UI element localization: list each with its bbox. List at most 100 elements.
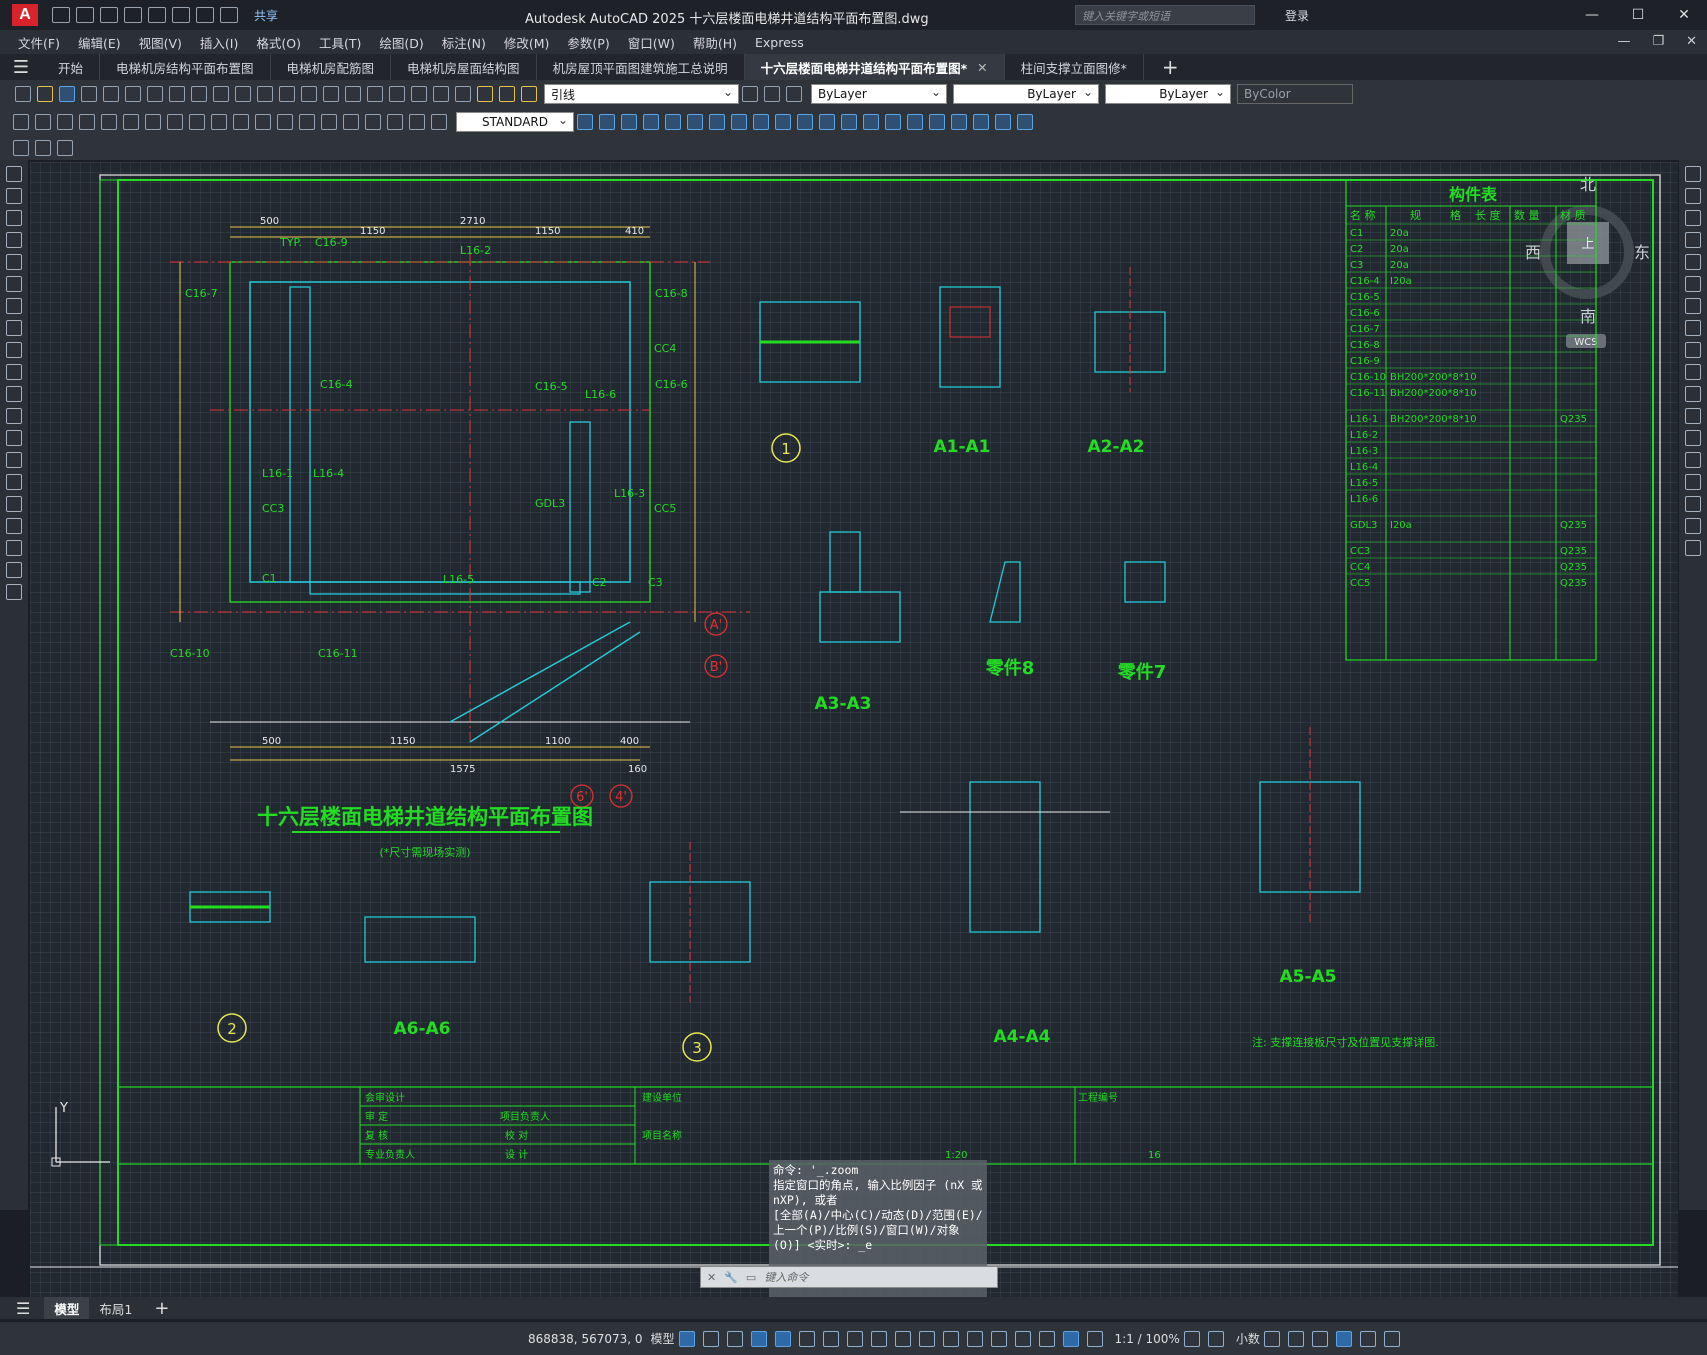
tab-file-1[interactable]: 电梯机房结构平面布置图 (100, 54, 271, 80)
view-top-icon[interactable] (577, 114, 593, 130)
isolate-objects-icon[interactable] (1311, 1330, 1328, 1347)
array-icon[interactable] (1685, 254, 1701, 270)
tab-layout1[interactable]: 布局1 (89, 1299, 142, 1318)
fillet-icon[interactable] (1685, 496, 1701, 512)
ucs-object-icon[interactable] (885, 114, 901, 130)
layer-manager-icon[interactable] (455, 86, 471, 102)
view-front-icon[interactable] (665, 114, 681, 130)
doc-restore-icon[interactable]: ❐ (1652, 34, 1664, 49)
view-back-icon[interactable] (687, 114, 703, 130)
lineweight-icon[interactable] (894, 1330, 911, 1347)
publish-icon[interactable] (125, 86, 141, 102)
move-icon[interactable] (1685, 276, 1701, 292)
tab-file-2[interactable]: 电梯机房配筋图 (271, 54, 392, 80)
line-icon[interactable] (6, 166, 22, 182)
login-button[interactable]: 登录 (1285, 7, 1309, 24)
undo-icon[interactable] (196, 7, 214, 23)
dim-edit-icon[interactable] (387, 114, 403, 130)
tab-start[interactable]: 开始 (42, 54, 101, 80)
circle-icon[interactable] (6, 298, 22, 314)
menu-icon[interactable]: ☰ (0, 54, 42, 80)
color-dropdown[interactable]: ByLayer (811, 84, 947, 104)
layer-previous-icon[interactable] (764, 86, 780, 102)
hatch-icon[interactable] (6, 474, 22, 490)
ellipse-icon[interactable] (6, 364, 22, 380)
dim-baseline-icon[interactable] (211, 114, 227, 130)
zoom-icon[interactable] (301, 86, 317, 102)
layer-dropdown[interactable]: 引线 (544, 84, 739, 104)
scale-icon[interactable] (1685, 320, 1701, 336)
dimstyle-dropdown[interactable]: STANDARD (456, 112, 574, 132)
arc-icon[interactable] (6, 276, 22, 292)
command-prompt-icon[interactable]: ▭ (746, 1271, 756, 1284)
menu-view[interactable]: 视图(V) (139, 33, 182, 52)
mirror-icon[interactable] (1685, 210, 1701, 226)
paste-icon[interactable] (191, 86, 207, 102)
tab-file-active[interactable]: 十六层楼面电梯井道结构平面布置图* ✕ (744, 54, 1005, 80)
designcenter-icon[interactable] (367, 86, 383, 102)
gizmo-icon[interactable] (1038, 1330, 1055, 1347)
save-icon[interactable] (59, 86, 75, 102)
jogged-linear-icon[interactable] (365, 114, 381, 130)
zoom-window-icon[interactable] (323, 86, 339, 102)
osnap-icon[interactable] (870, 1330, 887, 1347)
transparency-icon[interactable] (918, 1330, 935, 1347)
3d-osnap-icon[interactable] (966, 1330, 983, 1347)
isodraft-icon[interactable] (822, 1330, 839, 1347)
ucs-previous-icon[interactable] (841, 114, 857, 130)
dim-ordinate-icon[interactable] (79, 114, 95, 130)
explode-icon[interactable] (1685, 540, 1701, 556)
polar-icon[interactable] (798, 1330, 815, 1347)
center-mark-icon[interactable] (321, 114, 337, 130)
tab-file-3[interactable]: 电梯机房屋面结构图 (391, 54, 537, 80)
save-icon[interactable] (100, 7, 118, 23)
gradient-icon[interactable] (6, 496, 22, 512)
dim-text-edit-icon[interactable] (409, 114, 425, 130)
annotation-monitor-icon[interactable] (1207, 1330, 1224, 1347)
selection-cycling-icon[interactable] (942, 1330, 959, 1347)
cut-icon[interactable] (147, 86, 163, 102)
make-block-icon[interactable] (6, 430, 22, 446)
drawing-canvas[interactable]: 上 北 南 东 西 WCS 构件表 名 称 规 格 长 度 数 量 材 质 C1… (30, 162, 1678, 1297)
plot-icon[interactable] (81, 86, 97, 102)
doc-close-icon[interactable]: ✕ (1686, 34, 1697, 49)
open-icon[interactable] (76, 7, 94, 23)
ucs-y-icon[interactable] (1017, 114, 1033, 130)
grid-icon[interactable] (678, 1330, 695, 1347)
minimize-icon[interactable]: — (1569, 0, 1615, 30)
linetype-dropdown[interactable]: ByLayer (953, 84, 1099, 104)
search-input[interactable]: 键入关键字或短语 (1075, 5, 1255, 25)
ucs-world-icon[interactable] (819, 114, 835, 130)
viewcube-west[interactable]: 西 (1525, 243, 1541, 262)
model-space-button[interactable]: 模型 (651, 1330, 675, 1347)
ucs-origin-icon[interactable] (929, 114, 945, 130)
redo-icon[interactable] (220, 7, 238, 23)
region-icon[interactable] (6, 518, 22, 534)
revcloud-icon[interactable] (6, 320, 22, 336)
command-input[interactable]: ✕ 🔧 ▭ 键入命令 (700, 1266, 998, 1288)
offset-icon[interactable] (1685, 232, 1701, 248)
menu-edit[interactable]: 编辑(E) (78, 33, 121, 52)
viewcube-south[interactable]: 南 (1580, 307, 1596, 326)
plotstyle-dropdown[interactable]: ByColor (1237, 84, 1353, 104)
snap-icon[interactable] (702, 1330, 719, 1347)
quick-dim-icon[interactable] (189, 114, 205, 130)
open-icon[interactable] (37, 86, 53, 102)
viewcube-east[interactable]: 东 (1634, 243, 1650, 262)
dynamic-input-icon[interactable] (750, 1330, 767, 1347)
dim-radius-icon[interactable] (101, 114, 117, 130)
units-dropdown[interactable]: 小数 (1236, 1330, 1260, 1347)
infer-icon[interactable] (726, 1330, 743, 1347)
view-sw-icon[interactable] (709, 114, 725, 130)
add-selected-icon[interactable] (6, 584, 22, 600)
customize-command-icon[interactable]: 🔧 (724, 1271, 738, 1284)
dim-jogged-icon[interactable] (123, 114, 139, 130)
print-icon[interactable] (172, 7, 190, 23)
close-tab-icon[interactable]: ✕ (977, 60, 987, 75)
ortho-icon[interactable] (774, 1330, 791, 1347)
view-left-icon[interactable] (621, 114, 637, 130)
view-se-icon[interactable] (731, 114, 747, 130)
coordinates-readout[interactable]: 868838, 567073, 0 (528, 1332, 643, 1346)
new-icon[interactable] (52, 7, 70, 23)
menu-format[interactable]: 格式(O) (256, 33, 301, 52)
